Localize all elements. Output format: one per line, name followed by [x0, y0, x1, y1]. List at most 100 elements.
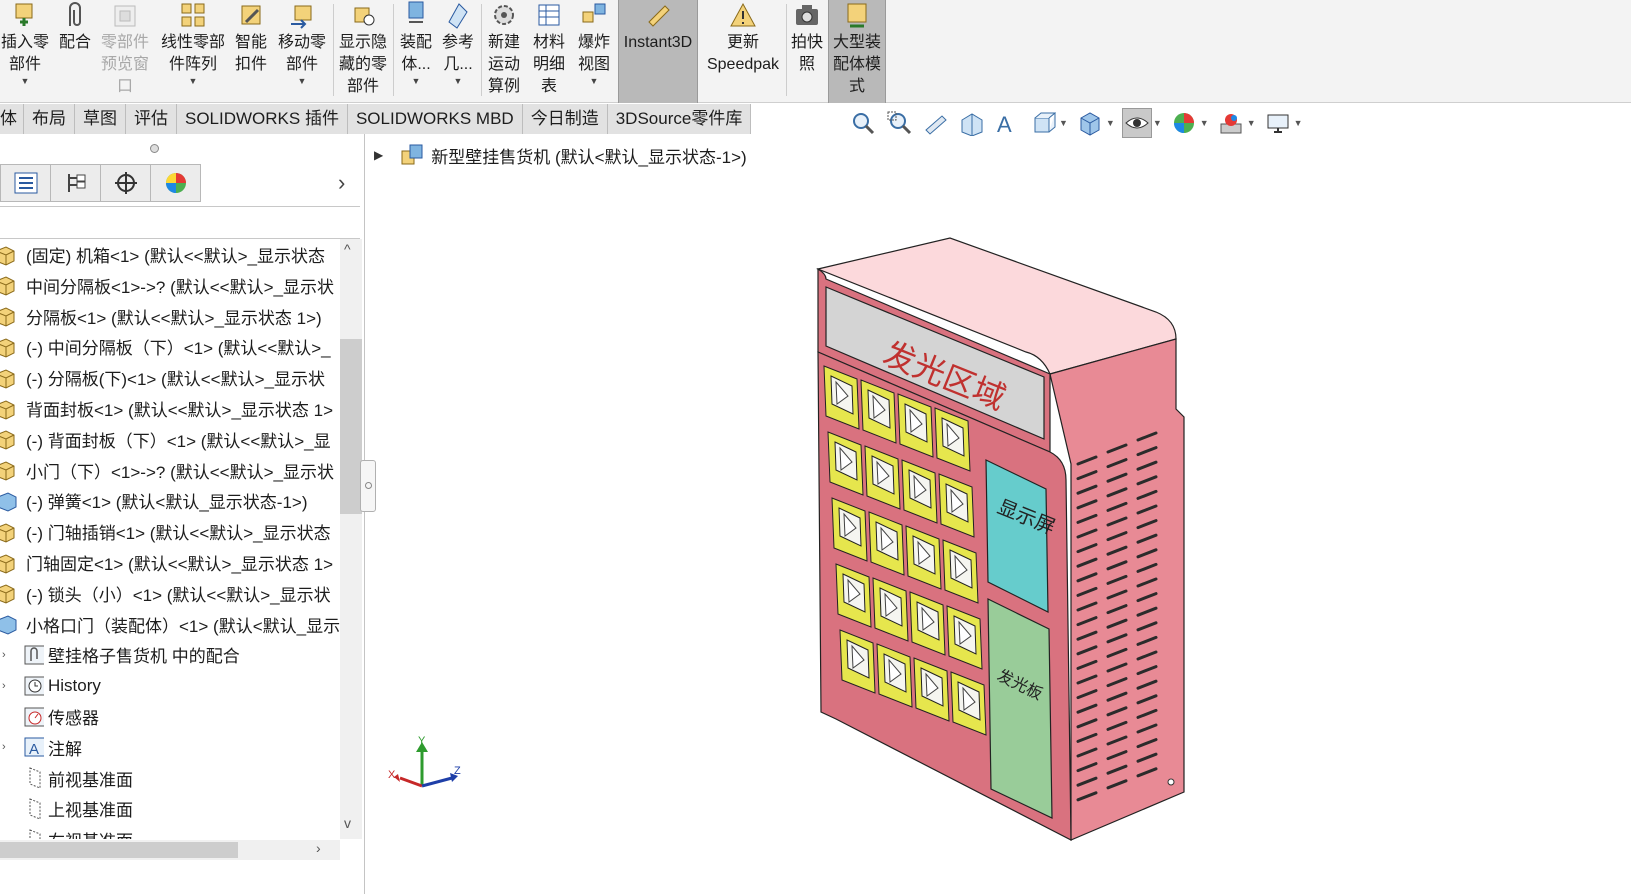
show-hidden-components-button[interactable]: 显示隐 藏的零 部件	[336, 0, 390, 103]
tree-item-history[interactable]: › History	[0, 670, 101, 701]
tree-component-row[interactable]: (-) 中间分隔板（下）<1> (默认<<默认>_	[0, 331, 331, 362]
tab-today-manufacturing[interactable]: 今日制造	[522, 104, 608, 134]
tree-filter-input[interactable]	[0, 206, 360, 239]
scrollbar-thumb[interactable]	[0, 842, 238, 858]
part-icon	[0, 584, 15, 604]
tab-configuration-manager[interactable]	[100, 164, 151, 202]
camera-icon	[792, 0, 822, 30]
tree-component-row[interactable]: (-) 分隔板(下)<1> (默认<<默认>_显示状	[0, 362, 325, 393]
reference-geometry-button[interactable]: 参考 几... ▼	[438, 0, 478, 103]
fastener-icon	[236, 0, 266, 30]
chevron-down-icon: ▼	[297, 76, 307, 86]
expand-arrow-icon[interactable]: ›	[0, 680, 22, 692]
tree-item-label: 右视基准面	[48, 827, 133, 839]
tree-component-row[interactable]: 小格口门（装配体）<1> (默认<默认_显示	[0, 609, 340, 640]
vending-machine-model[interactable]: 发光区域 显示屏 发光板	[366, 134, 1631, 894]
scroll-down-icon[interactable]: v	[344, 815, 351, 831]
tab-assembly[interactable]: 体	[0, 104, 24, 134]
chevron-down-icon[interactable]: ▼	[1106, 118, 1115, 128]
tab-3dsource-library[interactable]: 3DSource零件库	[607, 104, 752, 134]
bill-of-materials-button[interactable]: 材料 明细 表	[528, 0, 570, 103]
tab-display-manager[interactable]	[150, 164, 201, 202]
tree-component-row[interactable]: (-) 门轴插销<1> (默认<<默认>_显示状态	[0, 516, 331, 547]
tree-component-row[interactable]: (-) 背面封板（下）<1> (默认<<默认>_显	[0, 424, 331, 455]
large-assembly-mode-button[interactable]: 大型装 配体模 式	[828, 0, 886, 103]
feature-tree-icon	[14, 172, 37, 194]
scroll-up-icon[interactable]: ^	[344, 241, 351, 257]
triad-y-label: Y	[418, 735, 426, 747]
chevron-down-icon[interactable]: ▼	[1200, 118, 1209, 128]
tab-property-manager[interactable]	[50, 164, 101, 202]
insert-component-icon	[10, 0, 40, 30]
mates-folder-icon	[24, 645, 44, 665]
assembly-features-button[interactable]: 装配 体... ▼	[396, 0, 436, 103]
tab-solidworks-mbd[interactable]: SOLIDWORKS MBD	[347, 104, 523, 134]
feature-manager-panel: › (固定) 机箱<1> (默认<<默认>_显示状态中间分隔板<1>->? (默…	[0, 134, 365, 894]
tree-vertical-scrollbar[interactable]: ^ v	[340, 239, 362, 839]
part-icon	[0, 307, 15, 327]
appearance-sphere-icon	[1173, 113, 1194, 133]
graphics-area[interactable]: ▶ 新型壁挂售货机 (默认<默认_显示状态-1>) 发光区域 显示屏 发光板 Y	[366, 134, 1631, 894]
tab-layout[interactable]: 布局	[24, 104, 75, 134]
tree-component-row[interactable]: (-) 弹簧<1> (默认<默认_显示状态-1>)	[0, 485, 308, 516]
instant3d-button[interactable]: Instant3D	[618, 0, 698, 103]
triad-z-label: Z	[454, 765, 461, 777]
move-component-button[interactable]: 移动零 部件 ▼	[274, 0, 330, 103]
annotation-view-icon: A	[997, 112, 1012, 136]
tab-solidworks-addins[interactable]: SOLIDWORKS 插件	[177, 104, 348, 134]
tree-component-label: (-) 弹簧<1> (默认<默认_显示状态-1>)	[26, 493, 308, 513]
tree-component-row[interactable]: 小门（下）<1>->? (默认<<默认>_显示状	[0, 455, 334, 486]
chevron-down-icon[interactable]: ▼	[1294, 118, 1303, 128]
linear-pattern-button[interactable]: 线性零部 件阵列 ▼	[158, 0, 228, 103]
chevron-down-icon: ▼	[188, 76, 198, 86]
scrollbar-thumb[interactable]	[340, 339, 362, 514]
new-motion-study-button[interactable]: 新建 运动 算例	[484, 0, 524, 103]
expand-arrow-icon[interactable]: ›	[0, 741, 22, 753]
appearance-sphere-icon	[165, 173, 186, 193]
mate-button[interactable]: 配合	[54, 0, 96, 103]
tree-component-label: (-) 门轴插销<1> (默认<<默认>_显示状态	[26, 524, 331, 544]
tree-item-mates[interactable]: › 壁挂格子售货机 中的配合	[0, 639, 240, 670]
show-hidden-icon	[348, 0, 378, 30]
smart-fasteners-button[interactable]: 智能 扣件	[232, 0, 270, 103]
insert-component-button[interactable]: 插入零 部件 ▼	[0, 0, 50, 103]
exploded-view-button[interactable]: 爆炸 视图 ▼	[573, 0, 615, 103]
update-speedpak-button[interactable]: 更新 Speedpak	[703, 0, 783, 103]
tree-item-sensors[interactable]: 传感器	[0, 701, 99, 732]
tree-component-label: (-) 背面封板（下）<1> (默认<<默认>_显	[26, 431, 331, 451]
tree-component-row[interactable]: (固定) 机箱<1> (默认<<默认>_显示状态	[0, 239, 325, 270]
take-snapshot-button[interactable]: 拍快 照	[788, 0, 826, 103]
tree-item-annotations[interactable]: › A 注解	[0, 732, 82, 763]
tree-component-row[interactable]: 分隔板<1> (默认<<默认>_显示状态 1>)	[0, 301, 322, 332]
tree-horizontal-scrollbar[interactable]: ›	[0, 840, 340, 860]
tab-sketch[interactable]: 草图	[75, 104, 126, 134]
panel-grip-handle[interactable]	[150, 144, 159, 153]
triad-z-axis	[421, 776, 453, 788]
expand-arrow-icon[interactable]: ›	[0, 649, 22, 661]
chevron-right-icon[interactable]: ›	[338, 170, 345, 196]
component-preview-button[interactable]: 零部件 预览窗 口	[98, 0, 152, 103]
tree-component-label: (固定) 机箱<1> (默认<<默认>_显示状态	[26, 247, 325, 266]
chevron-down-icon[interactable]: ▼	[1247, 118, 1256, 128]
chevron-down-icon: ▼	[20, 76, 30, 86]
tab-evaluate[interactable]: 评估	[126, 104, 177, 134]
ribbon-separator	[333, 4, 334, 96]
tree-item-front-plane[interactable]: 前视基准面	[0, 763, 133, 794]
tree-component-row[interactable]: 背面封板<1> (默认<<默认>_显示状态 1>	[0, 393, 333, 424]
tree-item-right-plane[interactable]: 右视基准面	[0, 824, 133, 839]
svg-text:A: A	[997, 112, 1012, 136]
tab-feature-manager[interactable]	[0, 164, 51, 202]
tree-component-row[interactable]: (-) 锁头（小）<1> (默认<<默认>_显示状	[0, 578, 331, 609]
part-icon	[0, 369, 15, 389]
scroll-right-icon[interactable]: ›	[316, 840, 321, 856]
tree-component-row[interactable]: 中间分隔板<1>->? (默认<<默认>_显示状	[0, 270, 334, 301]
scene-icon	[1220, 114, 1242, 134]
chevron-down-icon[interactable]: ▼	[1153, 118, 1162, 128]
part-icon	[0, 276, 15, 296]
tree-item-top-plane[interactable]: 上视基准面	[0, 793, 133, 824]
command-manager-ribbon: 插入零 部件 ▼ 配合 零部件 预览窗 口 线性零部 件阵列 ▼ 智能 扣件 移…	[0, 0, 1631, 103]
ribbon-separator	[786, 4, 787, 96]
chevron-down-icon[interactable]: ▼	[1059, 118, 1068, 128]
ribbon-separator	[481, 4, 482, 96]
tree-component-row[interactable]: 门轴固定<1> (默认<<默认>_显示状态 1>	[0, 547, 333, 578]
